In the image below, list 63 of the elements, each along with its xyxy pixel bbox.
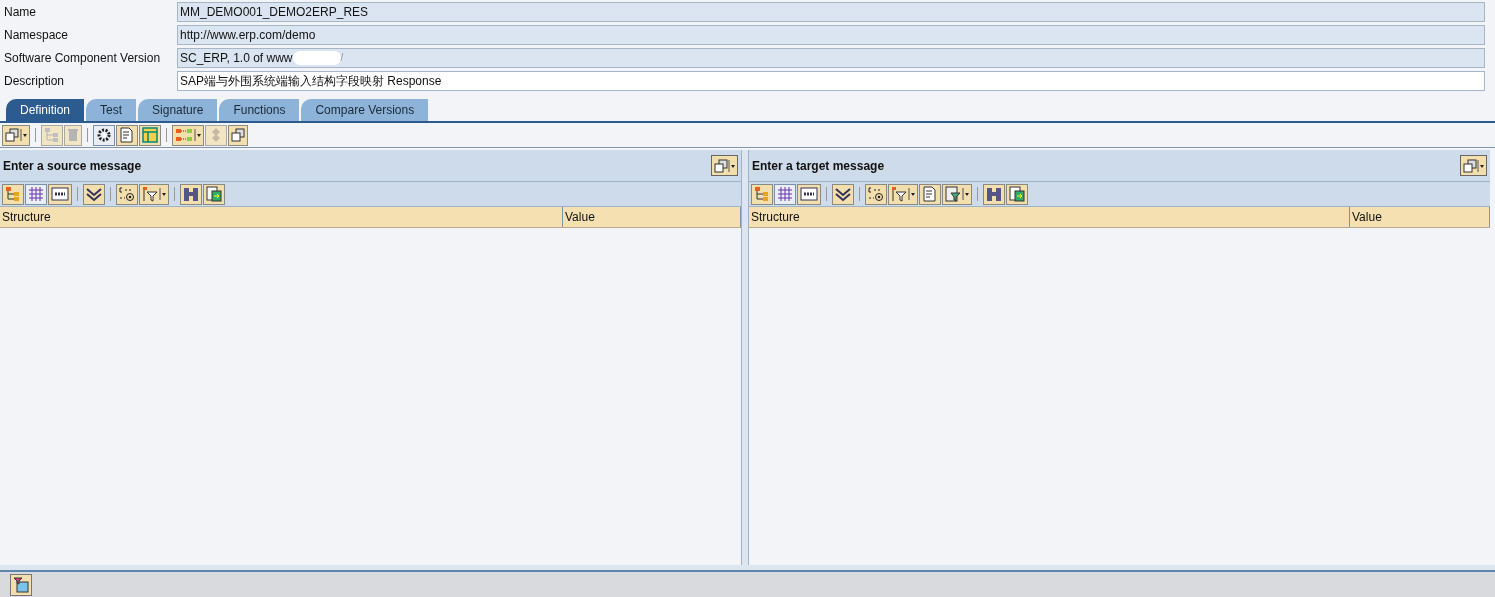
filter-icon — [142, 186, 158, 202]
text-field[interactable]: MM_DEMO001_DEMO2ERP_RES — [177, 1, 1485, 22]
toolbar-button[interactable] — [1006, 183, 1028, 205]
toolbar-button[interactable] — [832, 183, 854, 205]
windows-icon — [1463, 158, 1477, 173]
window-filter-icon — [13, 576, 29, 593]
document-filter-icon — [945, 186, 961, 202]
source-icon — [51, 187, 69, 201]
text-field[interactable]: SAP端与外围系统端输入结构字段映射 Response — [177, 70, 1485, 91]
grid-icon — [777, 186, 793, 202]
toolbar-button[interactable] — [942, 183, 972, 205]
export-icon — [1009, 186, 1025, 202]
toolbar-button[interactable] — [116, 183, 138, 205]
field-value-tail: / — [340, 51, 344, 65]
text-field[interactable]: http://www.erp.com/demo — [177, 24, 1485, 45]
field-label: Software Component Version — [3, 49, 162, 67]
toolbar-button[interactable] — [203, 183, 225, 205]
field-label: Description — [3, 72, 66, 90]
window-menu-button[interactable] — [1460, 155, 1487, 176]
export-icon — [206, 186, 222, 202]
filter-icon — [891, 186, 907, 202]
text-field[interactable]: SC_ERP, 1.0 of www / — [177, 47, 1485, 68]
source-icon — [800, 187, 818, 201]
tab[interactable]: Functions — [219, 99, 300, 121]
tree-icon — [44, 127, 60, 143]
dropdown-icon — [20, 128, 27, 142]
field-label: Namespace — [3, 26, 70, 44]
windows-icon — [714, 158, 728, 173]
tab[interactable]: Test — [86, 99, 137, 121]
field-label: Name — [3, 3, 37, 21]
tab[interactable]: Compare Versions — [301, 99, 429, 121]
windows-icon — [5, 128, 19, 142]
windows-icon — [231, 128, 245, 142]
panel-title: Enter a source message — [3, 157, 142, 175]
window-menu-button[interactable] — [711, 155, 738, 176]
column-header[interactable]: Structure — [0, 207, 563, 227]
dropdown-icon — [962, 187, 969, 201]
gear-icon — [96, 127, 112, 143]
dropdown-icon — [1477, 158, 1484, 173]
layout-icon — [142, 127, 158, 143]
toolbar-button[interactable] — [865, 183, 887, 205]
dropdown-icon — [159, 187, 166, 201]
toolbar-button[interactable] — [93, 124, 115, 146]
column-header[interactable]: Structure — [749, 207, 1350, 227]
dropdown-icon — [728, 158, 735, 173]
bottom-panel-button[interactable] — [10, 573, 32, 596]
toolbar-button[interactable] — [83, 183, 105, 205]
trash-icon — [67, 128, 79, 142]
tree-icon — [754, 186, 770, 202]
tab[interactable]: Definition — [6, 99, 85, 121]
tree-icon — [5, 186, 21, 202]
column-header[interactable]: Value — [1350, 207, 1490, 227]
dropdown-icon — [908, 187, 915, 201]
tab[interactable]: Signature — [138, 99, 218, 121]
toolbar-button[interactable] — [48, 183, 72, 205]
document-icon — [922, 186, 938, 202]
dropdown-icon — [194, 128, 201, 142]
toolbar-button[interactable] — [797, 183, 821, 205]
document-icon — [119, 127, 135, 143]
splitter-bar[interactable] — [0, 565, 1495, 572]
mapping-icon — [175, 127, 193, 143]
panel-title: Enter a target message — [752, 157, 885, 175]
grid-icon — [28, 186, 44, 202]
